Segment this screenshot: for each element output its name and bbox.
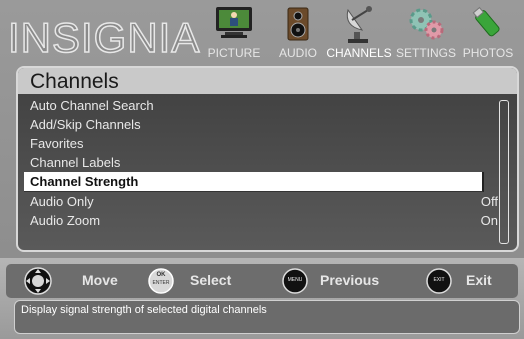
exit-control: EXIT Exit [426, 264, 506, 298]
speaker-icon [287, 7, 309, 41]
select-label: Select [190, 272, 232, 288]
menu-item-label: Add/Skip Channels [30, 117, 141, 132]
menu-item-channel-labels[interactable]: Channel Labels [24, 153, 484, 172]
menu-item-audio-zoom[interactable]: Audio Zoom On [24, 211, 498, 230]
tab-settings[interactable]: SETTINGS [396, 2, 456, 62]
menu-item-label: Favorites [30, 136, 84, 151]
tab-audio[interactable]: AUDIO [274, 2, 322, 62]
tv-menu-screen: INSIGNIA PICTURE AUDIO CHANNELS SETTINGS… [0, 0, 524, 339]
menu-list: Auto Channel Search Add/Skip Channels Fa… [24, 96, 498, 230]
tab-photos[interactable]: PHOTOS [458, 2, 518, 62]
tab-channels-label: CHANNELS [326, 46, 392, 60]
menu-item-auto-channel-search[interactable]: Auto Channel Search [24, 96, 484, 115]
gears-icon [409, 8, 444, 40]
menu-item-audio-only[interactable]: Audio Only Off [24, 192, 498, 211]
help-box: Display signal strength of selected digi… [14, 300, 520, 334]
tab-picture-label: PICTURE [207, 46, 261, 60]
tab-photos-label: PHOTOS [462, 46, 514, 60]
menu-item-favorites[interactable]: Favorites [24, 134, 484, 153]
move-label: Move [82, 272, 118, 288]
menu-item-label: Audio Zoom [30, 213, 101, 228]
tab-picture[interactable]: PICTURE [200, 2, 268, 62]
bottom-area: Move OK ENTER Select MENU Previous EXIT … [0, 258, 524, 339]
menu-item-value: Off [480, 194, 498, 209]
channels-panel: Channels Auto Channel Search Add/Skip Ch… [16, 66, 519, 252]
menu-item-label: Channel Strength [30, 174, 139, 189]
panel-title: Channels [18, 68, 517, 94]
menu-item-label: Audio Only [30, 194, 94, 209]
menu-item-value: On [480, 213, 498, 228]
tab-audio-label: AUDIO [278, 46, 317, 60]
usb-drive-icon [472, 6, 500, 37]
ok-icon-bottom-text: ENTER [152, 280, 170, 286]
move-control: Move [24, 264, 144, 298]
exit-icon-text: EXIT [433, 277, 445, 283]
menu-icon-text: MENU [287, 277, 303, 283]
menu-item-label: Channel Labels [30, 155, 121, 170]
exit-label: Exit [466, 272, 492, 288]
ok-icon-top-text: OK [156, 272, 166, 278]
menu-item-channel-strength[interactable]: Channel Strength [24, 172, 484, 192]
previous-label: Previous [320, 272, 380, 288]
previous-control: MENU Previous [282, 264, 412, 298]
select-control: OK ENTER Select [148, 264, 258, 298]
dpad-icon [24, 267, 52, 295]
tab-settings-label: SETTINGS [396, 46, 457, 60]
insignia-logo: INSIGNIA [7, 14, 201, 61]
control-bar: Move OK ENTER Select MENU Previous EXIT … [6, 264, 518, 298]
satellite-dish-icon [346, 6, 372, 43]
tab-channels[interactable]: CHANNELS [326, 2, 392, 62]
menu-item-label: Auto Channel Search [30, 98, 154, 113]
menu-item-add-skip-channels[interactable]: Add/Skip Channels [24, 115, 484, 134]
tv-icon [216, 7, 252, 38]
scrollbar[interactable] [499, 100, 509, 244]
menu-tabs: PICTURE AUDIO CHANNELS SETTINGS PHOTOS [200, 2, 520, 62]
help-text: Display signal strength of selected digi… [21, 304, 267, 316]
